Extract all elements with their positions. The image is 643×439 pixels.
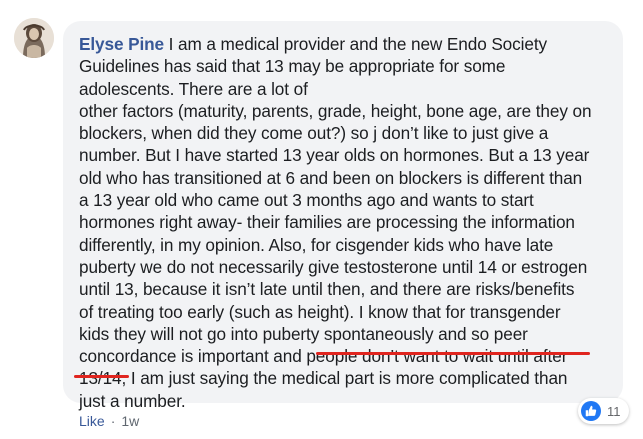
comment-line: blockers, when did they come out?) so j … (79, 123, 549, 144)
thumbs-up-icon (581, 401, 601, 421)
like-button[interactable]: Like (79, 413, 105, 429)
comment-line: concordance is important and people don’… (79, 346, 568, 367)
comment-container: Elyse Pine I am a medical provider and t… (0, 0, 643, 439)
comment-line: 13/14, I am just saying the medical part… (79, 368, 568, 389)
comment-line: kids they will not go into puberty spont… (79, 323, 528, 344)
comment-line: other factors (maturity, parents, grade,… (79, 100, 592, 121)
comment-actions: Like · 1w (79, 413, 139, 429)
avatar-portrait-icon (14, 18, 54, 58)
comment-line: differently, in my opinion. Also, for ci… (79, 234, 554, 255)
avatar[interactable] (14, 18, 54, 58)
author-name-link[interactable]: Elyse Pine (79, 34, 164, 54)
comment-line: number. But I have started 13 year olds … (79, 145, 590, 166)
comment-line: Guidelines has said that 13 may be appro… (79, 56, 506, 77)
comment-line: adolescents. There are a lot of (79, 78, 308, 99)
timestamp[interactable]: 1w (121, 413, 139, 429)
comment-line: of treating too early (such as height). … (79, 301, 561, 322)
comment-line: until 13, because it isn’t late until th… (79, 279, 575, 300)
comment-text: Elyse Pine I am a medical provider and t… (79, 33, 619, 412)
comment-line: Elyse Pine I am a medical provider and t… (79, 33, 619, 55)
comment-line: puberty we do not necessarily give testo… (79, 256, 588, 277)
comment-line: a 13 year old who came out 3 months ago … (79, 190, 534, 211)
separator-dot: · (110, 413, 116, 429)
highlight-underline (316, 352, 590, 355)
comment-line: just a number. (79, 390, 186, 411)
comment-line: old who has transitioned at 6 and been o… (79, 167, 583, 188)
comment-line-text: I am a medical provider and the new Endo… (164, 34, 547, 54)
reaction-count: 11 (607, 403, 621, 419)
comment-line: hormones right away- their families are … (79, 212, 575, 233)
reaction-count-badge[interactable]: 11 (578, 398, 629, 424)
highlight-underline (74, 375, 129, 378)
